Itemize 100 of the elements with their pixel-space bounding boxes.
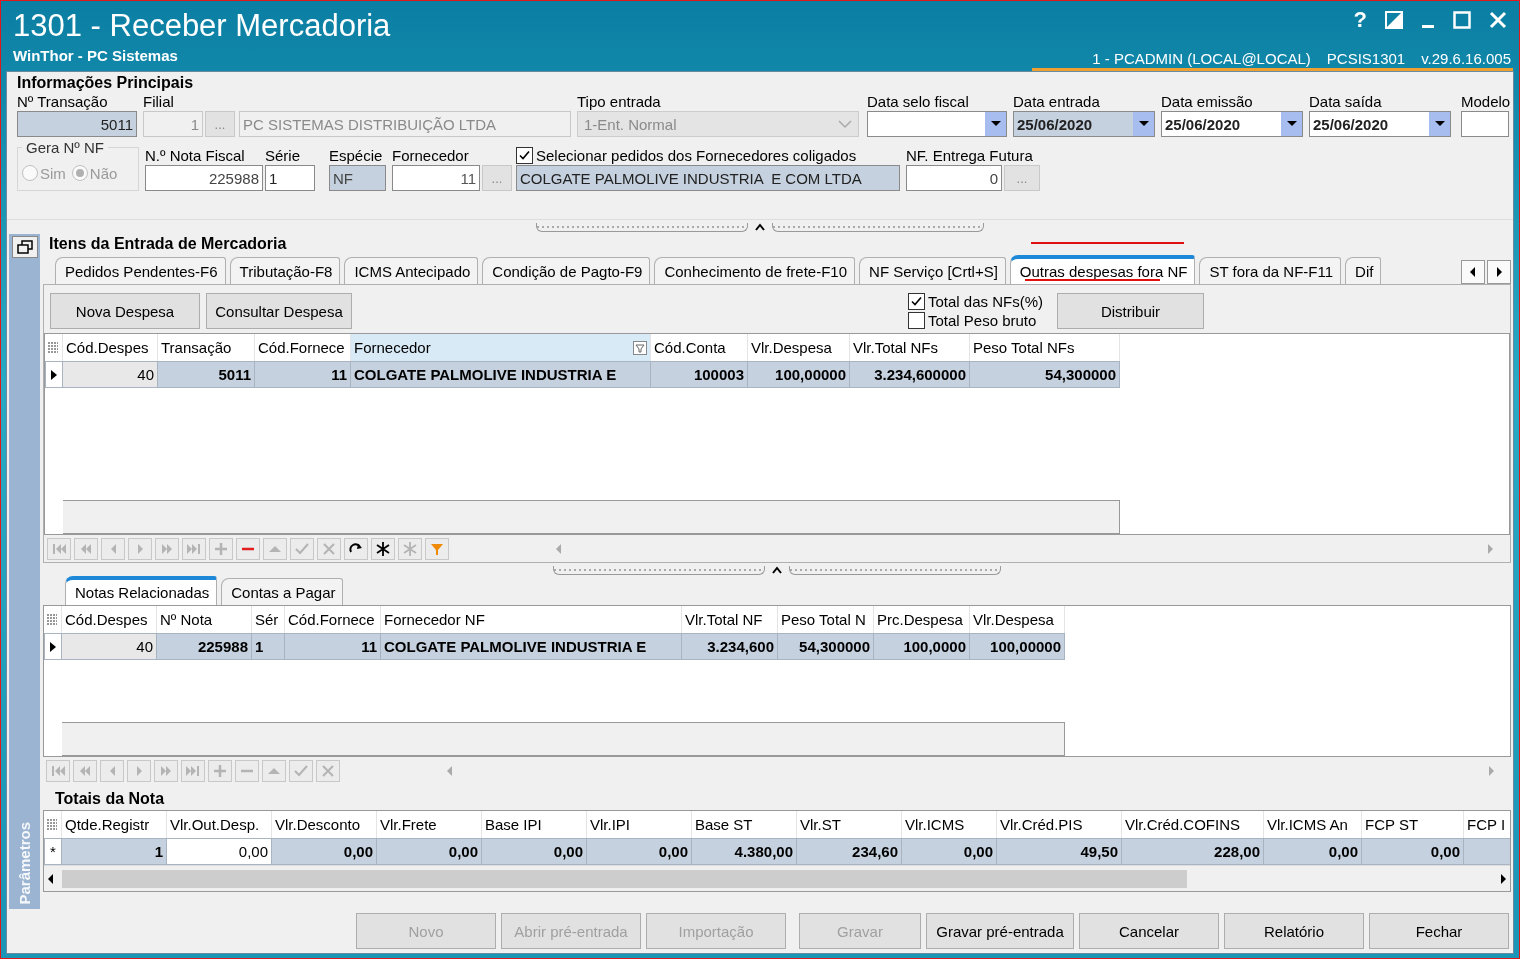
table-cell: 40 xyxy=(63,361,158,388)
table-cell: 100003 xyxy=(651,361,748,388)
tab[interactable]: Tributação-F8 xyxy=(229,257,341,284)
column-header[interactable]: Vlr.ICMS xyxy=(902,811,997,838)
close-icon xyxy=(320,762,336,779)
plus-icon xyxy=(212,762,228,779)
tab[interactable]: ST fora da NF-F11 xyxy=(1199,257,1342,284)
column-header[interactable]: Vlr.Frete xyxy=(377,811,482,838)
tab[interactable]: Notas Relacionadas xyxy=(65,576,218,605)
column-header[interactable]: Transação xyxy=(158,334,255,361)
table-cell: 49,50 xyxy=(997,838,1122,865)
navigator-button[interactable] xyxy=(344,537,368,560)
table-cell: 4.380,00 xyxy=(692,838,797,865)
column-header[interactable]: Vlr.ST xyxy=(797,811,902,838)
column-header[interactable]: Vlr.Total NF xyxy=(682,606,778,633)
checkbox[interactable] xyxy=(907,293,925,310)
splitter-handle[interactable] xyxy=(772,222,984,232)
footer-button[interactable]: Fechar xyxy=(1369,913,1509,949)
column-header[interactable]: Vlr.Desconto xyxy=(272,811,377,838)
column-header[interactable]: Vlr.Out.Desp. xyxy=(167,811,272,838)
asterisk-icon xyxy=(402,540,418,557)
column-header[interactable]: Cód.Fornece xyxy=(255,334,351,361)
tab[interactable]: Pedidos Pendentes-F6 xyxy=(55,257,226,284)
species-field[interactable]: NF xyxy=(329,165,386,191)
field-label: NF. Entrega Futura xyxy=(906,146,1034,165)
column-header[interactable]: Qtde.Registr xyxy=(62,811,167,838)
current-row-icon xyxy=(50,368,58,381)
table-cell: 3.234,600 xyxy=(682,633,778,660)
column-header[interactable]: Vlr.Créd.COFINS xyxy=(1122,811,1264,838)
transaction-field[interactable]: 5011 xyxy=(17,111,137,137)
footer-button[interactable]: Gravar pré-entrada xyxy=(926,913,1074,949)
table-cell: 11 xyxy=(255,361,351,388)
field-label: Modelo xyxy=(1461,92,1511,111)
column-header[interactable]: Vlr.Créd.PIS xyxy=(997,811,1122,838)
footer-button[interactable]: Cancelar xyxy=(1079,913,1219,949)
checkbox[interactable] xyxy=(907,312,925,329)
column-header[interactable]: Vlr.Despesa xyxy=(748,334,850,361)
column-header[interactable]: Cód.Despes xyxy=(63,334,158,361)
column-header[interactable]: Vlr.ICMS An xyxy=(1264,811,1362,838)
horizontal-scrollbar[interactable] xyxy=(44,865,1510,891)
column-header[interactable]: Vlr.Total NFs xyxy=(850,334,970,361)
column-header[interactable]: Cód.Fornece xyxy=(285,606,381,633)
caret-up-icon[interactable] xyxy=(754,222,766,232)
column-chooser[interactable] xyxy=(45,334,63,361)
section-title: Itens da Entrada de Mercadoria xyxy=(48,234,288,254)
distribute-button[interactable]: Distribuir xyxy=(1057,293,1204,329)
section-title: Totais da Nota xyxy=(54,789,166,809)
checkbox[interactable] xyxy=(516,147,533,164)
checkbox-label: Selecionar pedidos dos Fornecedores coligados xyxy=(536,146,857,165)
help-button[interactable]: ? xyxy=(1353,7,1367,33)
column-header[interactable]: Cód.Despes xyxy=(62,606,157,633)
tab[interactable]: Contas a Pagar xyxy=(221,578,344,605)
invoice-number-field[interactable]: 225988 xyxy=(145,165,263,191)
tab-scroll-left[interactable] xyxy=(1461,260,1485,284)
column-header[interactable]: Vlr.Despesa xyxy=(970,606,1065,633)
group-label: Gera Nº NF xyxy=(25,139,105,156)
column-header[interactable]: Vlr.IPI xyxy=(587,811,692,838)
table-cell: 228,00 xyxy=(1122,838,1264,865)
tab[interactable]: NF Serviço [Crtl+S] xyxy=(859,257,1006,284)
splitter-handle[interactable] xyxy=(536,222,748,232)
column-chooser[interactable] xyxy=(44,811,62,838)
minus-icon xyxy=(240,546,256,551)
field-label: Data entrada xyxy=(1013,92,1101,111)
splitter-handle[interactable] xyxy=(789,565,1001,575)
program-code: PCSIS1301 xyxy=(1326,50,1406,67)
footer-button[interactable]: Relatório xyxy=(1224,913,1364,949)
restore-button[interactable] xyxy=(11,236,38,258)
minus-icon xyxy=(239,768,255,773)
table-cell: 0,00 xyxy=(167,838,272,865)
action-button[interactable]: Nova Despesa xyxy=(50,293,200,329)
model-field[interactable] xyxy=(1461,111,1509,137)
resize-icon[interactable] xyxy=(1385,11,1403,29)
table-cell: 0,00 xyxy=(1264,838,1362,865)
future-delivery-field[interactable]: 0 xyxy=(906,165,1002,191)
tab[interactable]: Condição de Pagto-F9 xyxy=(482,257,651,284)
field-label: Nº Transação xyxy=(17,92,109,111)
tab[interactable]: Dif xyxy=(1345,257,1382,284)
series-field[interactable]: 1 xyxy=(265,165,315,191)
table-cell: 0,00 xyxy=(377,838,482,865)
table-cell: 40 xyxy=(62,633,157,660)
column-header[interactable]: Sér xyxy=(252,606,285,633)
maximize-icon[interactable] xyxy=(1453,11,1471,29)
new-row-marker: * xyxy=(44,838,62,865)
splitter-handle[interactable] xyxy=(553,565,765,575)
column-header[interactable]: Cód.Conta xyxy=(651,334,748,361)
tab-scroll-right[interactable] xyxy=(1487,260,1511,284)
column-header[interactable]: Fornecedor xyxy=(351,334,651,361)
navigator-button[interactable] xyxy=(371,537,395,560)
action-button[interactable]: Consultar Despesa xyxy=(206,293,352,329)
tab[interactable]: Conhecimento de frete-F10 xyxy=(654,257,856,284)
filter-icon xyxy=(633,340,647,355)
column-chooser[interactable] xyxy=(44,606,62,633)
table-cell: 0,00 xyxy=(1362,838,1464,865)
supplier-code-field[interactable]: 11 xyxy=(392,165,480,191)
supplier-name-field[interactable]: COLGATE PALMOLIVE INDUSTRIA E COM LTDA xyxy=(516,165,900,191)
close-icon[interactable] xyxy=(1489,11,1507,29)
table-cell: 100,00000 xyxy=(970,633,1065,660)
close-icon xyxy=(321,540,337,557)
caret-up-icon[interactable] xyxy=(771,565,783,575)
tab[interactable]: ICMS Antecipado xyxy=(344,257,479,284)
